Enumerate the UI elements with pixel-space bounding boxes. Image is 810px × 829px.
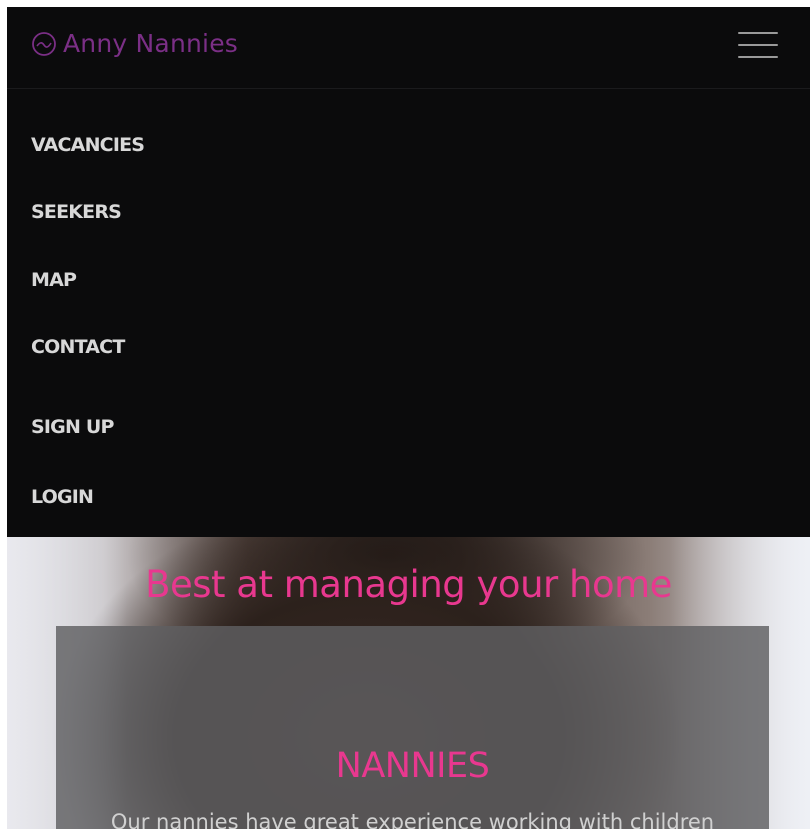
menu-item-seekers[interactable]: SEEKERS <box>31 201 122 223</box>
brand-link[interactable]: Anny Nannies <box>31 29 238 58</box>
dropdown-menu: VACANCIES SEEKERS MAP CONTACT SIGN UP LO… <box>7 90 810 537</box>
panel-description: Our nannies have great experience workin… <box>110 810 715 829</box>
hero-title: Best at managing your home <box>145 563 672 606</box>
panel-title: NANNIES <box>335 746 490 786</box>
brand-name: Anny Nannies <box>63 29 238 58</box>
menu-item-contact[interactable]: CONTACT <box>31 336 125 358</box>
menu-item-map[interactable]: MAP <box>31 269 77 291</box>
hamburger-bar <box>738 56 778 58</box>
menu-item-sign-up[interactable]: SIGN UP <box>31 416 114 438</box>
menu-item-vacancies[interactable]: VACANCIES <box>31 134 145 156</box>
top-navbar: Anny Nannies <box>7 7 810 89</box>
hamburger-bar <box>738 44 778 46</box>
browser-viewport: Anny Nannies VACANCIES SEEKERS MAP CONTA… <box>7 7 810 829</box>
hamburger-bar <box>738 32 778 34</box>
hero-section: Best at managing your home NANNIES Our n… <box>7 537 810 829</box>
menu-item-login[interactable]: LOGIN <box>31 486 94 508</box>
nannies-panel: NANNIES Our nannies have great experienc… <box>56 626 769 829</box>
hamburger-menu-icon[interactable] <box>738 30 778 62</box>
circle-logo-icon <box>32 31 56 56</box>
